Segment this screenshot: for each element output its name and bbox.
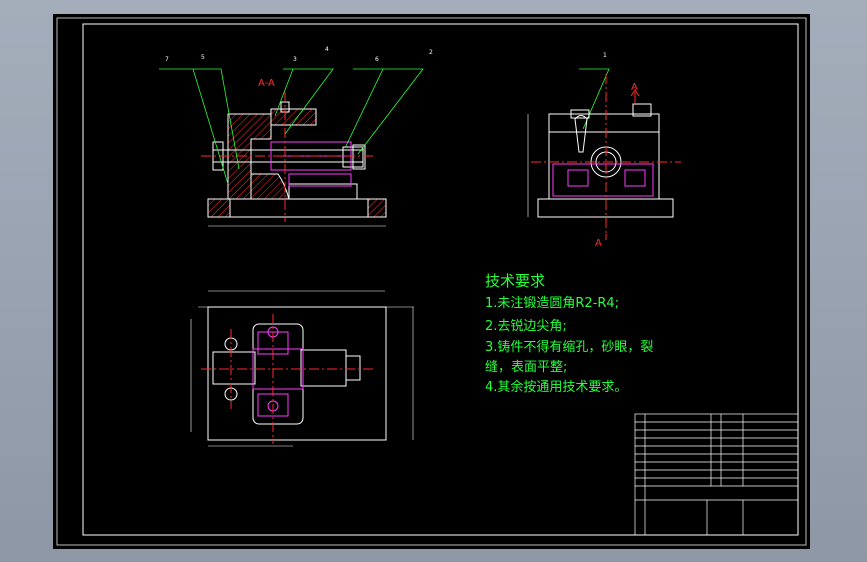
balloon-7: 7	[165, 56, 169, 63]
requirement-3: 3.铸件不得有缩孔，砂眼，裂	[485, 340, 654, 355]
balloon-3: 3	[293, 56, 297, 63]
balloon-5: 5	[201, 54, 205, 61]
top-body	[252, 323, 304, 425]
balloon-2: 2	[429, 49, 433, 56]
drawing-canvas: 7 5 3 4 6 2 1 A-A A A	[56, 17, 807, 546]
requirement-2: 2.去锐边尖角;	[485, 319, 567, 334]
base-plate	[207, 198, 387, 218]
top-base	[207, 306, 387, 441]
section-mark-bottom: A	[595, 238, 602, 249]
side-view	[527, 74, 681, 240]
balloon-6: 6	[375, 56, 379, 63]
leader-lines	[159, 68, 610, 185]
balloon-1: 1	[603, 52, 607, 59]
requirement-3-cont: 缝，表面平整;	[485, 360, 568, 375]
requirement-1: 1.未注锻造圆角R2-R4;	[485, 296, 620, 311]
outer-frame	[56, 17, 807, 546]
drawing-sheet: 7 5 3 4 6 2 1 A-A A A 技术要求 1.未注锻造圆角R2-R4…	[53, 14, 810, 549]
balloon-4: 4	[325, 46, 329, 53]
section-label: A-A	[258, 78, 275, 89]
title-block	[634, 413, 799, 536]
top-view	[190, 290, 414, 447]
requirements-title: 技术要求	[485, 272, 546, 290]
inner-frame	[82, 23, 799, 536]
requirement-4: 4.其余按通用技术要求。	[485, 380, 628, 395]
section-mark-top: A	[631, 82, 638, 93]
